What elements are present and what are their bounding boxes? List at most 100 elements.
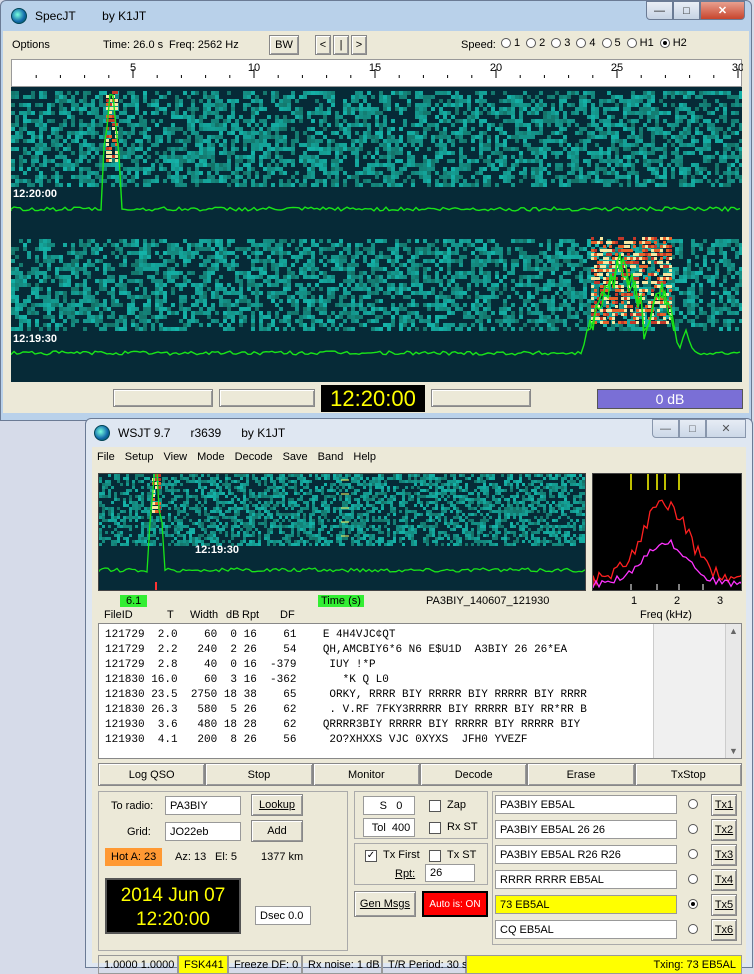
waterfall-pixel <box>131 251 135 255</box>
waterfall-pixel <box>11 267 15 271</box>
options-menu[interactable]: Options <box>12 39 50 51</box>
waterfall-pixel <box>263 263 267 267</box>
waterfall-pixel <box>43 251 47 255</box>
waterfall-pixel <box>247 123 251 127</box>
waterfall-pixel <box>219 275 223 279</box>
waterfall-pixel <box>443 275 447 279</box>
signal-pixel <box>651 257 654 260</box>
nav-left-button[interactable]: < <box>315 35 331 55</box>
signal-pixel <box>109 111 112 114</box>
waterfall-pixel <box>683 175 687 179</box>
waterfall-pixel <box>395 267 399 271</box>
waterfall-pixel <box>211 239 215 243</box>
waterfall-pixel <box>567 119 571 123</box>
waterfall-pixel <box>575 275 579 279</box>
waterfall-pixel <box>303 131 307 135</box>
speed-option-2[interactable]: 2 <box>526 37 545 49</box>
waterfall-pixel <box>551 107 555 111</box>
waterfall-pixel <box>423 327 427 331</box>
speed-option-5[interactable]: 5 <box>602 37 621 49</box>
waterfall-pixel <box>239 307 243 311</box>
waterfall-pixel <box>411 159 415 163</box>
waterfall-pixel <box>499 291 503 295</box>
waterfall-pixel <box>15 119 19 123</box>
waterfall-pixel <box>591 107 595 111</box>
waterfall-pixel <box>627 143 631 147</box>
waterfall-pixel <box>267 143 271 147</box>
speed-radio[interactable] <box>526 38 536 48</box>
waterfall-pixel <box>635 95 639 99</box>
speed-radio[interactable] <box>576 38 586 48</box>
waterfall-pixel <box>175 247 179 251</box>
waterfall-pixel <box>151 167 155 171</box>
close-button[interactable]: ✕ <box>700 1 745 20</box>
waterfall-pixel <box>555 111 559 115</box>
waterfall-pixel <box>419 263 423 267</box>
waterfall-pixel <box>399 127 403 131</box>
waterfall-pixel <box>171 179 175 183</box>
waterfall-pixel <box>535 287 539 291</box>
waterfall-pixel <box>259 315 263 319</box>
waterfall-pixel <box>47 295 51 299</box>
speed-radio[interactable] <box>660 38 670 48</box>
speed-option-h2[interactable]: H2 <box>660 37 687 49</box>
waterfall-pixel <box>275 135 279 139</box>
waterfall-pixel <box>611 147 615 151</box>
waterfall-pixel <box>435 319 439 323</box>
waterfall-pixel <box>143 291 147 295</box>
waterfall-pixel <box>523 251 527 255</box>
waterfall-pixel <box>607 147 611 151</box>
waterfall-pixel <box>127 147 131 151</box>
waterfall-pixel <box>295 275 299 279</box>
speed-option-1[interactable]: 1 <box>501 37 520 49</box>
waterfall-pixel <box>175 283 179 287</box>
signal-pixel <box>666 245 669 248</box>
waterfall-pixel <box>199 155 203 159</box>
speed-radio[interactable] <box>602 38 612 48</box>
waterfall-pixel <box>691 299 695 303</box>
waterfall-pixel <box>283 139 287 143</box>
speed-option-h1[interactable]: H1 <box>627 37 654 49</box>
waterfall-pixel <box>43 323 47 327</box>
nav-center-button[interactable]: | <box>333 35 349 55</box>
maximize-button[interactable]: □ <box>673 1 700 20</box>
waterfall-pixel <box>683 291 687 295</box>
signal-pixel <box>112 91 115 94</box>
waterfall-pixel <box>451 115 455 119</box>
speed-radio[interactable] <box>501 38 511 48</box>
minimize-button[interactable]: — <box>646 1 673 20</box>
waterfall-pixel <box>207 259 211 263</box>
waterfall-pixel <box>451 131 455 135</box>
waterfall-pixel <box>135 155 139 159</box>
waterfall-pixel <box>179 319 183 323</box>
waterfall-pixel <box>123 315 127 319</box>
speed-radio[interactable] <box>627 38 637 48</box>
waterfall-pixel <box>575 91 579 95</box>
specjt-waterfall[interactable]: 12:20:00 12:19:30 <box>11 87 742 382</box>
waterfall-pixel <box>491 291 495 295</box>
waterfall-pixel <box>203 271 207 275</box>
waterfall-pixel <box>439 251 443 255</box>
waterfall-pixel <box>727 271 731 275</box>
waterfall-pixel <box>163 327 167 331</box>
waterfall-pixel <box>71 243 75 247</box>
specjt-titlebar[interactable]: SpecJT by K1JT — □ ✕ <box>1 1 751 31</box>
waterfall-pixel <box>163 155 167 159</box>
speed-option-4[interactable]: 4 <box>576 37 595 49</box>
waterfall-pixel <box>19 135 23 139</box>
signal-pixel <box>666 273 669 276</box>
waterfall-pixel <box>191 131 195 135</box>
waterfall-pixel <box>575 107 579 111</box>
waterfall-pixel <box>275 167 279 171</box>
waterfall-pixel <box>191 303 195 307</box>
speed-option-3[interactable]: 3 <box>551 37 570 49</box>
waterfall-pixel <box>419 171 423 175</box>
bw-button[interactable]: BW <box>269 35 299 55</box>
waterfall-pixel <box>379 131 383 135</box>
speed-radio[interactable] <box>551 38 561 48</box>
waterfall-pixel <box>475 275 479 279</box>
nav-right-button[interactable]: > <box>351 35 367 55</box>
waterfall-pixel <box>219 99 223 103</box>
waterfall-pixel <box>575 143 579 147</box>
waterfall-pixel <box>139 259 143 263</box>
